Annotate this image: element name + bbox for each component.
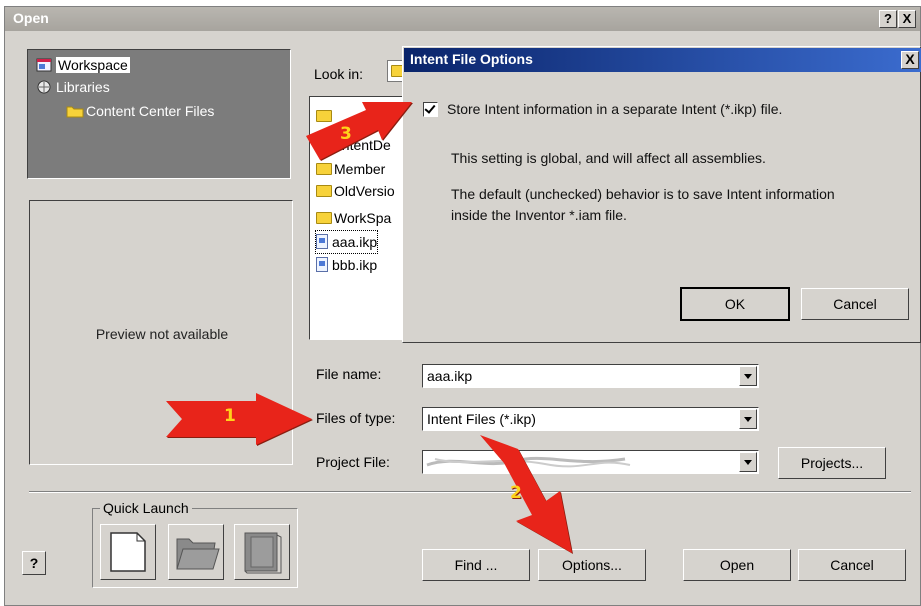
ok-button[interactable]: OK	[680, 287, 790, 321]
tree-item-label: Workspace	[56, 57, 130, 73]
close-title-button[interactable]: X	[898, 10, 916, 28]
folder-icon	[316, 185, 332, 197]
project-tree[interactable]: Workspace Libraries Content Center Files	[27, 49, 291, 179]
help-title-button[interactable]: ?	[879, 10, 897, 28]
arrow-3-number: 3	[340, 124, 352, 144]
projects-quick-button[interactable]	[234, 524, 290, 580]
checkbox-label[interactable]: Store Intent information in a separate I…	[447, 101, 782, 117]
cancel-button[interactable]: Cancel	[798, 549, 906, 581]
close-icon[interactable]: X	[901, 51, 919, 69]
files-of-type-combo[interactable]: Intent Files (*.ikp)	[422, 407, 759, 431]
tree-item-libraries[interactable]: Libraries	[36, 77, 110, 97]
tree-item-workspace[interactable]: Workspace	[36, 55, 130, 75]
files-of-type-label: Files of type:	[316, 410, 396, 426]
note-global: This setting is global, and will affect …	[451, 150, 766, 166]
annotation-arrow-2: 2	[470, 435, 585, 558]
project-file-label: Project File:	[316, 454, 390, 470]
annotation-arrow-3: 3	[304, 96, 414, 169]
intent-options-dialog: Intent File Options X Store Intent infor…	[402, 46, 921, 343]
note-default-1: The default (unchecked) behavior is to s…	[451, 186, 835, 202]
ikp-file-icon	[316, 234, 328, 249]
list-item[interactable]: OldVersio	[316, 180, 395, 202]
chevron-down-icon[interactable]	[739, 366, 757, 386]
window-title: Open	[13, 10, 49, 26]
note-default-2: inside the Inventor *.iam file.	[451, 207, 627, 223]
tree-item-label: Content Center Files	[86, 103, 215, 119]
list-item-selected[interactable]: aaa.ikp	[314, 230, 379, 254]
tree-item-label: Libraries	[56, 79, 110, 95]
tree-item-content-center[interactable]: Content Center Files	[66, 101, 214, 121]
annotation-arrow-1: 1	[164, 393, 314, 448]
arrow-1-number: 1	[224, 406, 236, 426]
file-name-combo[interactable]: aaa.ikp	[422, 364, 759, 388]
chevron-down-icon[interactable]	[739, 409, 757, 429]
file-name-label: File name:	[316, 366, 382, 382]
new-file-button[interactable]	[100, 524, 156, 580]
dialog-title: Intent File Options	[410, 51, 533, 67]
open-folder-icon	[176, 538, 220, 570]
project-book-icon	[244, 532, 282, 574]
file-name-value: aaa.ikp	[427, 368, 473, 384]
help-button[interactable]: ?	[22, 551, 46, 575]
open-button[interactable]: Open	[683, 549, 791, 581]
ikp-file-icon	[316, 257, 328, 272]
arrow-2-number: 2	[510, 483, 522, 503]
folder-icon	[66, 103, 84, 118]
workspace-icon	[36, 57, 52, 72]
projects-button[interactable]: Projects...	[778, 447, 886, 479]
preview-text: Preview not available	[95, 326, 229, 342]
folder-icon	[316, 212, 332, 224]
dialog-title-bar: Intent File Options X	[404, 48, 921, 72]
list-item[interactable]: bbb.ikp	[316, 254, 377, 276]
new-file-icon	[110, 532, 146, 572]
list-item[interactable]: WorkSpa	[316, 207, 391, 229]
dialog-cancel-button[interactable]: Cancel	[801, 288, 909, 320]
look-in-label: Look in:	[314, 66, 364, 82]
open-file-button[interactable]	[168, 524, 224, 580]
quick-launch-label: Quick Launch	[100, 500, 192, 516]
chevron-down-icon[interactable]	[739, 452, 757, 472]
files-of-type-value: Intent Files (*.ikp)	[427, 411, 536, 427]
store-intent-checkbox[interactable]	[423, 102, 438, 117]
title-bar: Open ? X	[5, 7, 920, 31]
libraries-icon	[36, 79, 52, 94]
